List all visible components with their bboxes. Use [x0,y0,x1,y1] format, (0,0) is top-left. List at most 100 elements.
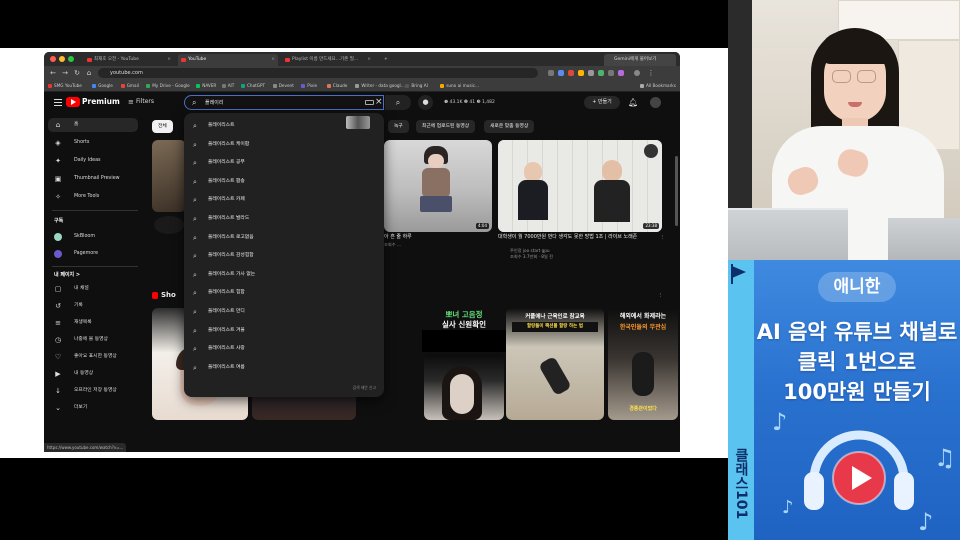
chip[interactable]: 녹구 [388,120,409,133]
search-suggestion[interactable]: ⌕ 플레이리스트 발라드 [184,210,384,229]
extension-icon[interactable] [598,70,604,76]
clear-search-icon[interactable]: × [375,96,383,109]
sidebar-item-subscription[interactable]: SkBloom [48,230,138,244]
video-title[interactable]: 대학생이 월 7000만원 번다 생각도 못한 방법 1조 | 라이브 노래존 [498,234,648,241]
maximize-window-button[interactable] [68,56,74,62]
bookmark-item[interactable]: My Drive - Google [146,80,190,92]
sidebar-item-daily-ideas[interactable]: ✦ Daily Ideas [48,154,138,168]
browser-tab[interactable]: Playlist 이름 만드세요...기존 필... × [282,54,374,66]
filters-button[interactable]: Filters [128,96,154,108]
extension-icon[interactable] [568,70,574,76]
video-thumbnail[interactable]: 4:04 [384,140,492,232]
video-menu-dots-icon[interactable]: ⋮ [660,234,664,240]
youtube-logo-icon[interactable] [66,97,80,107]
reload-icon[interactable]: ↻ [72,68,82,78]
notifications-bell-icon[interactable]: 🔔︎ [628,96,638,109]
browser-tab[interactable]: 최재호 오전 - YouTube × [84,54,174,66]
sidebar-item-my-page[interactable]: ⌄ 더보기 [48,401,138,415]
avatar[interactable] [650,97,661,108]
search-button[interactable]: ⌕ [385,95,411,110]
search-suggestion[interactable]: ⌕ 플레이리스트 감성힙합 [184,247,384,266]
back-icon[interactable]: ← [48,68,58,78]
profile-icon[interactable] [634,70,640,76]
bookmark-item[interactable]: ChatGPT [241,80,265,92]
channel-avatar[interactable] [154,216,184,234]
sidebar-item-my-page[interactable]: ▢ 내 채널 [48,282,138,296]
extension-icon[interactable] [618,70,624,76]
short-thumbnail[interactable]: 해외에서 화제라는 한국인들의 무관심 경종관이었다 [608,308,678,420]
scrollbar[interactable] [675,156,678,226]
chip[interactable]: 최근에 업로드된 동영상 [416,120,476,133]
close-icon[interactable]: × [367,54,371,66]
search-suggestion[interactable]: ⌕ 플레이리스트 힙합 [184,284,384,303]
extension-icon[interactable] [588,70,594,76]
forward-icon[interactable]: → [60,68,70,78]
sidebar-item-my-page[interactable]: ↓ 오프라인 저장 동영상 [48,384,138,398]
sidebar-item-my-page[interactable]: ◷ 나중에 볼 동영상 [48,333,138,347]
home-icon[interactable]: ⌂ [84,68,94,78]
new-tab-button[interactable]: + [380,54,394,66]
bookmark-item[interactable]: Devent [272,80,294,92]
video-thumbnail[interactable]: 23:38 [498,140,662,232]
close-window-button[interactable] [50,56,56,62]
bookmark-item[interactable]: Google [92,80,113,92]
chip[interactable]: 새로운 맞춤 동영상 [484,120,535,133]
video-thumbnail[interactable] [152,140,186,212]
search-suggestion[interactable]: ⌕ 플레이리스트 사랑 [184,340,384,359]
suggestion-thumbnail[interactable] [346,116,370,129]
chip-all[interactable]: 전체 [152,120,173,133]
sidebar-item-subscription[interactable]: Pagemore [48,247,138,261]
search-suggestion[interactable]: ⌕ 플레이리스트 가사 없는 [184,266,384,285]
sidebar-item-home[interactable]: ⌂ 홈 [48,118,138,132]
sidebar-item-more-tools[interactable]: ✧ More Tools [48,190,138,204]
extension-icon[interactable] [548,70,554,76]
extension-icon[interactable] [608,70,614,76]
search-suggestion[interactable]: ⌕ 플레이리스트 팝송 [184,173,384,192]
report-suggestions-link[interactable]: 검색 제안 신고 [353,385,376,391]
bookmark-item[interactable]: NAVER [196,80,216,92]
video-title[interactable]: 아 흔 줄 하루 [384,234,484,241]
short-thumbnail[interactable] [424,354,504,420]
keyboard-icon[interactable] [365,100,374,105]
sidebar-item-my-page[interactable]: ↺ 기록 [48,299,138,313]
short-thumbnail[interactable]: 커플에나 근육인로 참교육 할랑들이 팩션볼 할랑 하는 법 [506,308,604,420]
close-icon[interactable]: × [167,54,171,66]
microphone-icon[interactable]: ● [418,95,433,110]
search-suggestion[interactable]: ⌕ 플레이리스트 겨울 [184,322,384,341]
subscriptions-heading[interactable]: 구독 [54,216,63,226]
create-button[interactable]: + 만들기 [584,96,620,109]
address-bar[interactable]: youtube.com [98,68,538,78]
bookmark-item[interactable]: SMG YouTube [48,80,82,92]
shorts-menu-dots-icon[interactable]: ⋮ [658,292,662,298]
gemini-button[interactable]: Gemini에게 물어보기 [604,54,676,66]
sidebar-item-my-page[interactable]: ▶ 내 동영상 [48,367,138,381]
bookmark-item[interactable]: AIT [221,80,234,92]
bookmark-item[interactable]: Bring AI [405,80,428,92]
search-suggestion[interactable]: ⌕ 플레이리스트 로고없음 [184,229,384,248]
bookmark-item[interactable]: All Bookmarks [640,80,676,92]
bookmark-item[interactable]: Claude [326,80,347,92]
sidebar-item-my-page[interactable]: ≡ 재생목록 [48,316,138,330]
bookmark-item[interactable]: Writer - data googl... [355,80,405,92]
hamburger-menu-icon[interactable] [54,99,62,106]
extension-icon[interactable] [558,70,564,76]
close-icon[interactable]: × [271,54,275,66]
search-input[interactable]: ⌕ 플레이리 × [184,95,384,110]
sidebar-item-thumbnail-preview[interactable]: ▣ Thumbnail Preview [48,172,138,186]
search-suggestion[interactable]: ⌕ 플레이리스트 여름 [184,359,384,378]
search-suggestion[interactable]: ⌕ 플레이리스트 만디 [184,303,384,322]
browser-tab-active[interactable]: YouTube × [178,54,278,66]
youtube-brand[interactable]: Premium [82,96,120,108]
menu-dots-icon[interactable]: ⋮ [646,68,656,78]
sidebar-item-shorts[interactable]: ◈ Shorts [48,136,138,150]
bookmark-item[interactable]: Pixie [301,80,317,92]
extension-icon[interactable] [578,70,584,76]
search-suggestion[interactable]: ⌕ 플레이리스트 카페 [184,191,384,210]
search-suggestion[interactable]: ⌕ 플레이리스트 케이팝 [184,136,384,155]
search-suggestion[interactable]: ⌕ 플레이리스트 공부 [184,154,384,173]
thumbnail-play-overlay-icon[interactable] [644,144,658,158]
minimize-window-button[interactable] [59,56,65,62]
my-page-heading[interactable]: 내 페이지 > [54,270,80,280]
bookmark-item[interactable]: suno ai music... [440,80,479,92]
bookmark-item[interactable]: Gmail [120,80,139,92]
